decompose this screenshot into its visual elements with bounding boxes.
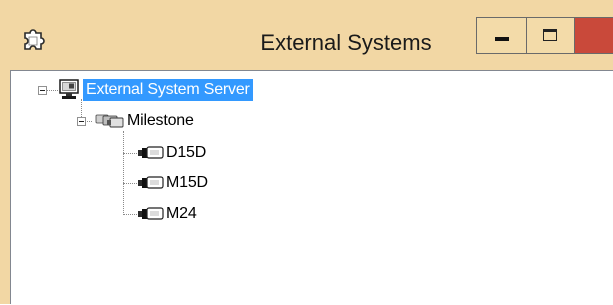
tree-node-external-system-server[interactable]: External System Server [11, 79, 331, 101]
tree-node-milestone[interactable]: Milestone [11, 110, 271, 132]
minimize-button[interactable] [476, 17, 527, 54]
tree-node-label: External System Server [83, 79, 253, 101]
server-monitor-icon [59, 79, 79, 99]
camera-icon [138, 207, 164, 220]
tree-node-label: Milestone [127, 112, 194, 129]
tree-node-label: M15D [166, 174, 208, 191]
tree-node-camera-m24[interactable]: M24 [11, 203, 211, 225]
collapse-toggle[interactable] [38, 86, 47, 95]
tree-node-label: D15D [166, 144, 207, 161]
collapse-toggle[interactable] [77, 117, 86, 126]
maximize-icon [543, 29, 557, 41]
camera-icon [138, 176, 164, 189]
minimize-icon [495, 37, 509, 41]
window-title: External Systems [260, 30, 432, 55]
camera-icon [138, 146, 164, 159]
title-bar[interactable]: External Systems [0, 0, 613, 70]
maximize-button[interactable] [527, 17, 575, 54]
external-systems-window: External Systems External System Server … [0, 0, 613, 304]
tree-node-label: M24 [166, 205, 197, 222]
tree-node-camera-d15d[interactable]: D15D [11, 142, 211, 164]
tree-view-panel[interactable]: External System Server Milestone D15D M1… [10, 70, 613, 304]
tree-view[interactable]: External System Server Milestone D15D M1… [11, 71, 613, 305]
camera-group-icon [95, 114, 124, 128]
close-button[interactable] [575, 17, 613, 54]
tree-node-camera-m15d[interactable]: M15D [11, 172, 211, 194]
puzzle-piece-icon [24, 29, 45, 50]
